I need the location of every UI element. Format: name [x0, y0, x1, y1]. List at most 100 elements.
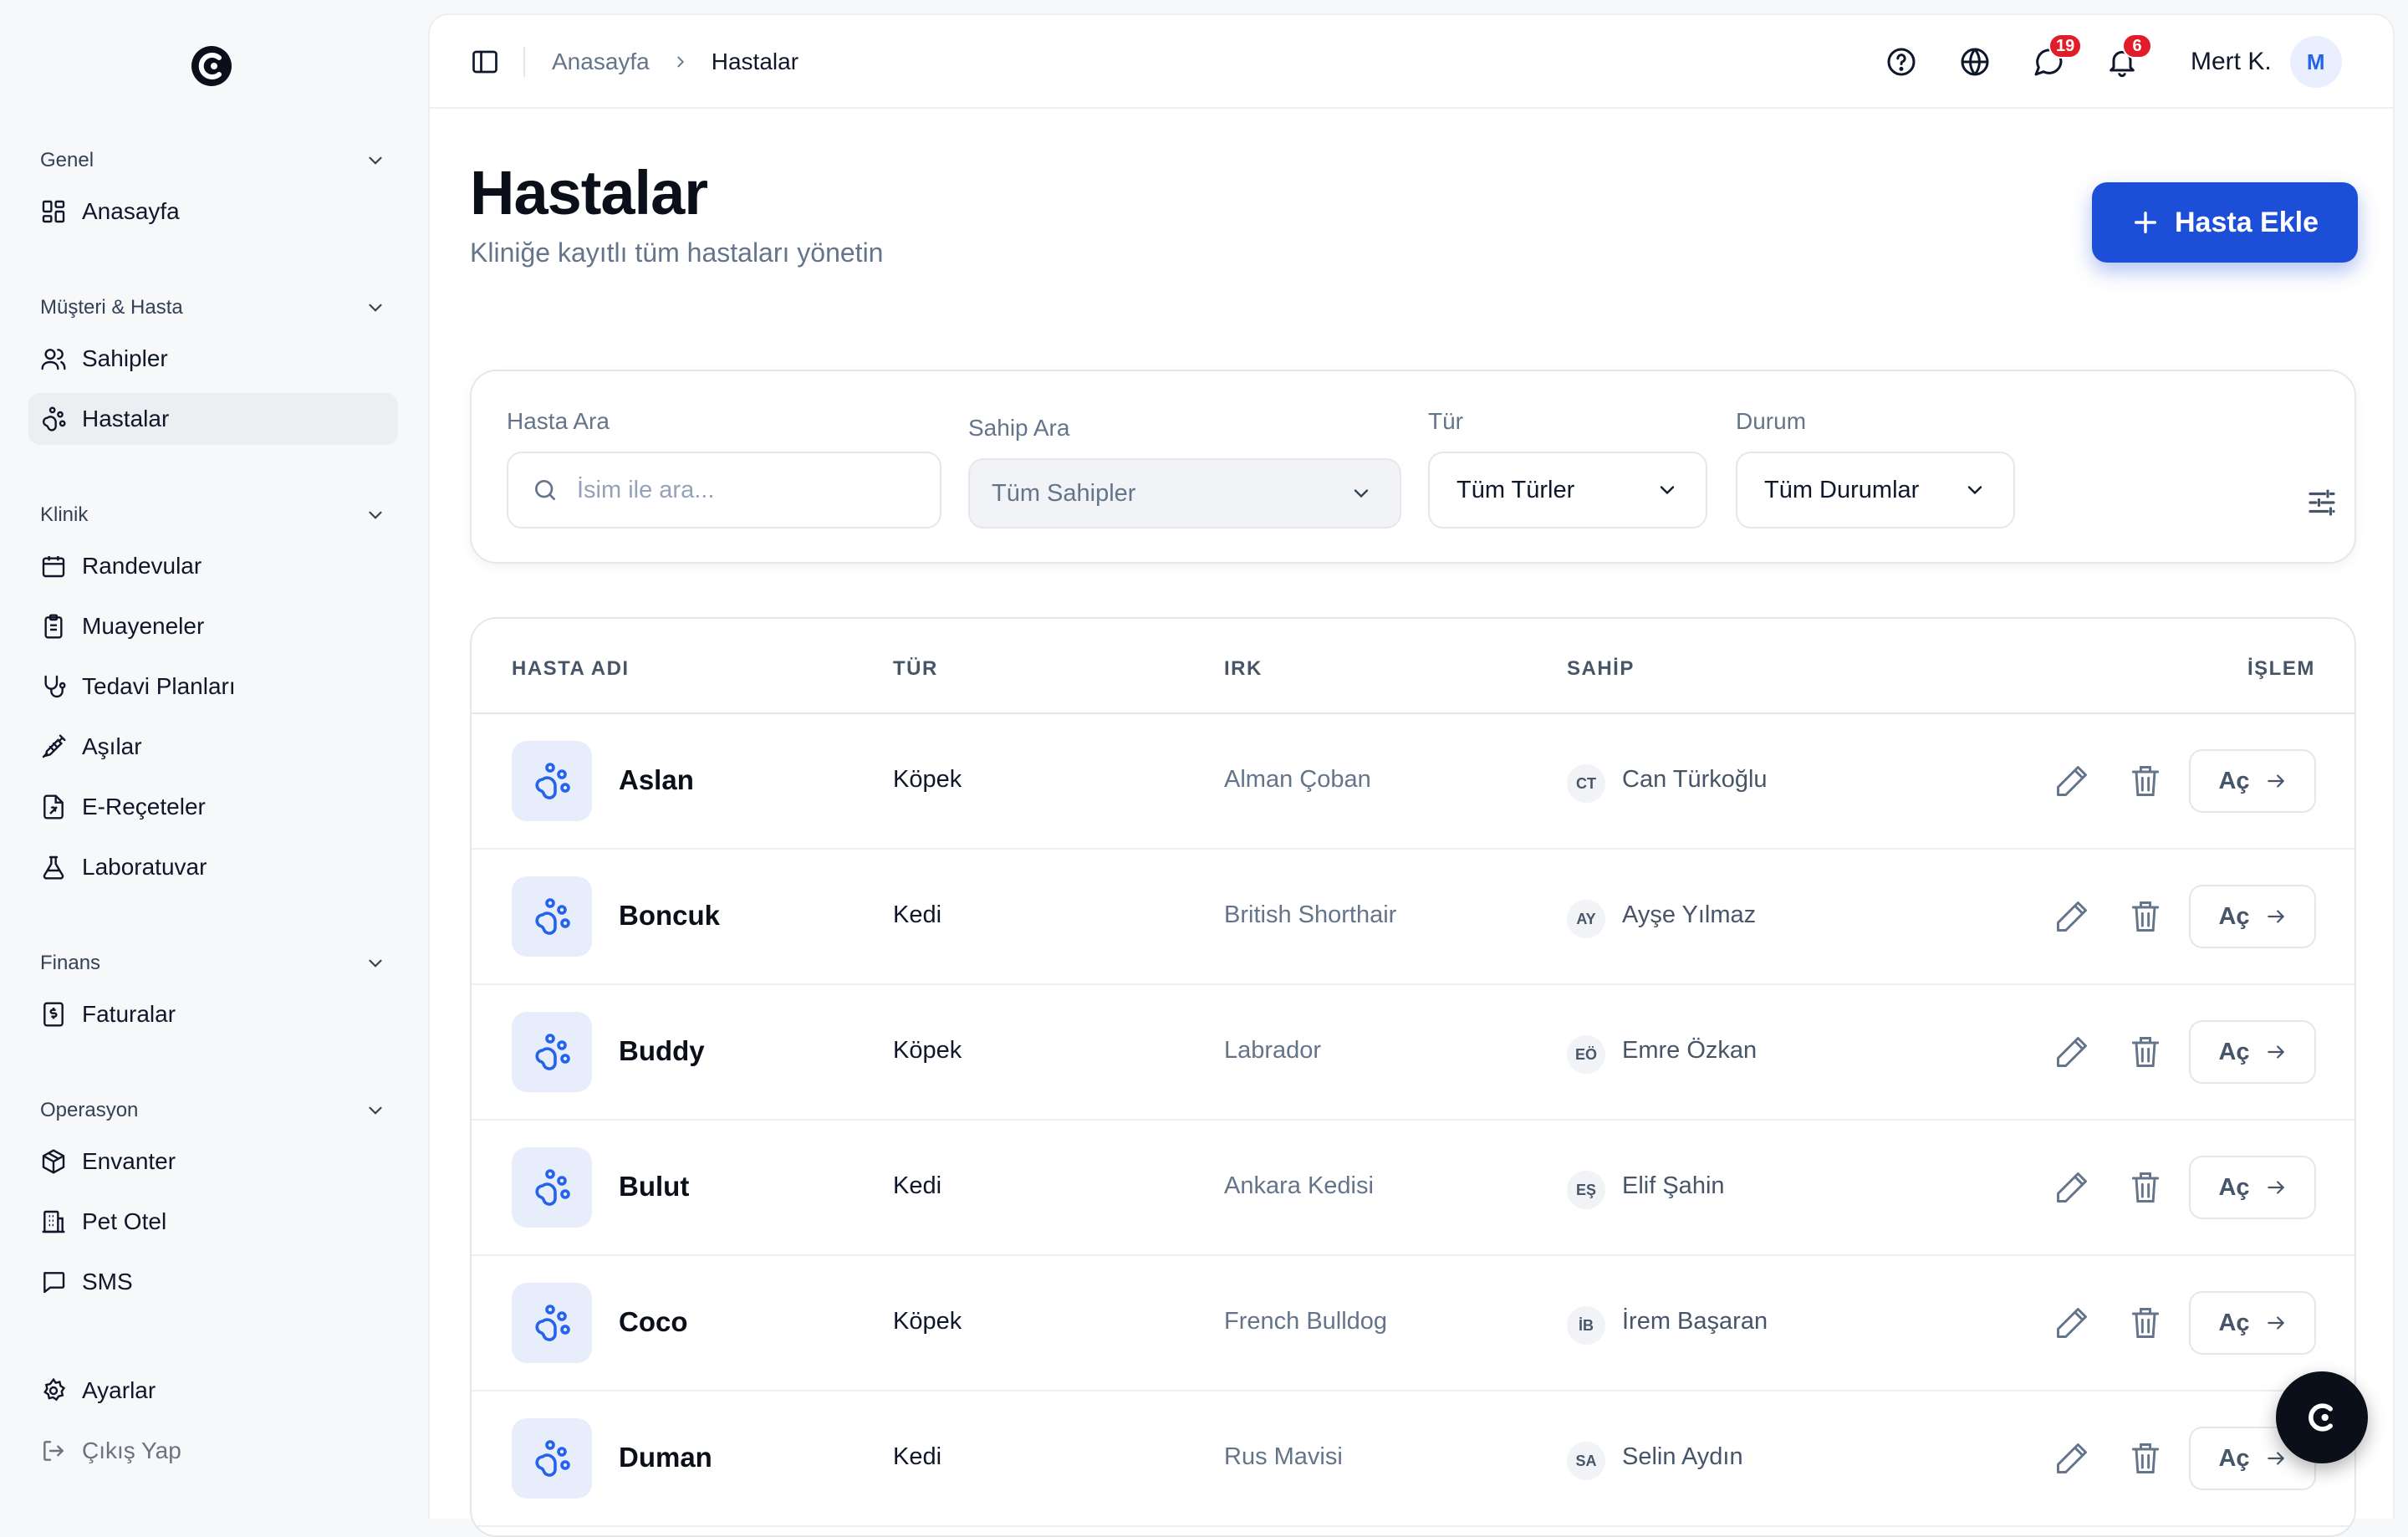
group-head-finans[interactable]: Finans [28, 947, 398, 980]
pet-avatar [512, 741, 592, 821]
owner-name[interactable]: İrem Başaran [1622, 1308, 1768, 1335]
pet-name[interactable]: Buddy [619, 1035, 705, 1067]
delete-button[interactable] [2127, 898, 2164, 935]
th-breed[interactable]: IRK [1224, 657, 1263, 681]
table-row[interactable]: Bulut Kedi Ankara Kedisi EŞ Elif Şahin A… [472, 1121, 2354, 1256]
assistant-fab[interactable] [2276, 1371, 2368, 1463]
globe-icon[interactable] [1958, 45, 1992, 79]
owner-select[interactable]: Tüm Sahipler [968, 458, 1401, 529]
patient-search-field[interactable] [507, 452, 941, 529]
sidebar-item-muayeneler[interactable]: Muayeneler [28, 600, 398, 652]
open-button[interactable]: Aç [2189, 1291, 2316, 1355]
add-patient-button[interactable]: Hasta Ekle [2092, 182, 2358, 263]
owner-name[interactable]: Emre Özkan [1622, 1037, 1757, 1065]
th-owner[interactable]: SAHİP [1567, 657, 1635, 681]
sidebar-item-asilar[interactable]: Aşılar [28, 721, 398, 773]
edit-button[interactable] [2053, 1034, 2090, 1070]
edit-button[interactable] [2053, 763, 2090, 799]
delete-button[interactable] [2127, 1305, 2164, 1341]
pet-type: Köpek [893, 1308, 962, 1335]
open-button[interactable]: Aç [2189, 1020, 2316, 1084]
edit-button[interactable] [2053, 898, 2090, 935]
group-head-operasyon[interactable]: Operasyon [28, 1094, 398, 1127]
owner-name[interactable]: Ayşe Yılmaz [1622, 901, 1756, 929]
sidebar-item-label: Tedavi Planları [82, 673, 236, 699]
owner-name[interactable]: Can Türkoğlu [1622, 766, 1768, 794]
owner-name[interactable]: Elif Şahin [1622, 1172, 1725, 1200]
group-head-musteri-hasta[interactable]: Müşteri & Hasta [28, 291, 398, 324]
patient-search-input[interactable] [577, 476, 895, 504]
pet-breed: French Bulldog [1224, 1308, 1388, 1335]
help-icon[interactable] [1885, 45, 1918, 79]
table-row[interactable]: Aslan Köpek Alman Çoban CT Can Türkoğlu … [472, 714, 2354, 850]
trash-icon [2131, 1443, 2160, 1473]
arrow-right-icon [2267, 774, 2284, 788]
group-head-klinik[interactable]: Klinik [28, 498, 398, 532]
delete-button[interactable] [2127, 1034, 2164, 1070]
package-icon [42, 1149, 65, 1174]
sidebar-item-pet-otel[interactable]: Pet Otel [28, 1196, 398, 1248]
owner-name[interactable]: Selin Aydın [1622, 1443, 1743, 1471]
status-select[interactable]: Tüm Durumlar [1736, 452, 2015, 529]
sidebar-item-anasayfa[interactable]: Anasayfa [28, 186, 398, 237]
add-patient-label: Hasta Ekle [2175, 206, 2319, 238]
pet-breed: Rus Mavisi [1224, 1443, 1343, 1470]
sidebar-item-ayarlar[interactable]: Ayarlar [28, 1365, 398, 1417]
paw-icon [535, 1440, 570, 1477]
sidebar-item-label: Sahipler [82, 345, 168, 371]
sliders-icon[interactable] [2304, 485, 2339, 520]
prescription-icon [43, 794, 64, 820]
delete-button[interactable] [2127, 1169, 2164, 1206]
pet-name[interactable]: Boncuk [619, 900, 720, 932]
table-row[interactable]: Duman Kedi Rus Mavisi SA Selin Aydın Aç [472, 1391, 2354, 1527]
arrow-right-icon [2267, 1045, 2284, 1059]
group-head-genel[interactable]: Genel [28, 144, 398, 177]
delete-button[interactable] [2127, 1440, 2164, 1477]
sidebar-item-laboratuvar[interactable]: Laboratuvar [28, 841, 398, 893]
type-label: Tür [1428, 408, 1463, 434]
app-logo-icon[interactable] [189, 43, 234, 89]
open-label: Aç [2218, 1444, 2250, 1472]
sidebar-item-faturalar[interactable]: Faturalar [28, 988, 398, 1040]
sidebar-item-e-receteler[interactable]: E-Reçeteler [28, 781, 398, 833]
pet-name[interactable]: Coco [619, 1306, 688, 1338]
sidebar-item-label: Muayeneler [82, 613, 205, 639]
edit-button[interactable] [2053, 1305, 2090, 1341]
sidebar-item-sahipler[interactable]: Sahipler [28, 333, 398, 385]
pet-name[interactable]: Bulut [619, 1171, 689, 1203]
gear-icon [43, 1377, 66, 1402]
dashboard-icon [42, 200, 65, 223]
chevron-down-icon [369, 511, 382, 519]
pet-name[interactable]: Duman [619, 1442, 712, 1473]
edit-button[interactable] [2053, 1440, 2090, 1477]
breadcrumb-home[interactable]: Anasayfa [552, 49, 650, 75]
sidebar-toggle-icon[interactable] [470, 47, 500, 77]
open-button[interactable]: Aç [2189, 1156, 2316, 1219]
type-select[interactable]: Tüm Türler [1428, 452, 1707, 529]
table-row[interactable]: Buddy Köpek Labrador EÖ Emre Özkan Aç [472, 985, 2354, 1121]
pet-name[interactable]: Aslan [619, 764, 694, 796]
sidebar-item-logout[interactable]: Çıkış Yap [28, 1425, 398, 1477]
user-menu[interactable]: Mert K. M [2191, 35, 2342, 89]
messages-button[interactable]: 19 [2032, 33, 2083, 79]
open-button[interactable]: Aç [2189, 749, 2316, 813]
sidebar-item-tedavi-planlari[interactable]: Tedavi Planları [28, 661, 398, 712]
sidebar-item-envanter[interactable]: Envanter [28, 1136, 398, 1187]
table-row[interactable]: Coco Köpek French Bulldog İB İrem Başara… [472, 1256, 2354, 1391]
sidebar-item-hastalar[interactable]: Hastalar [28, 393, 398, 445]
owner-initials: İB [1567, 1306, 1605, 1345]
sidebar-item-sms[interactable]: SMS [28, 1256, 398, 1308]
delete-button[interactable] [2127, 763, 2164, 799]
sidebar-item-randevular[interactable]: Randevular [28, 540, 398, 592]
patients-table: HASTA ADI TÜR IRK SAHİP İŞLEM Aslan Köpe… [470, 617, 2356, 1537]
open-button[interactable]: Aç [2189, 885, 2316, 948]
nav-group-klinik: Klinik Randevular Muayeneler Tedavi Plan… [28, 498, 398, 893]
edit-button[interactable] [2053, 1169, 2090, 1206]
th-name[interactable]: HASTA ADI [512, 657, 630, 681]
open-label: Aç [2218, 767, 2250, 794]
nav-group-bottom: Ayarlar Çıkış Yap [28, 1356, 398, 1477]
clipboard-icon [44, 614, 63, 639]
table-row[interactable]: Boncuk Kedi British Shorthair AY Ayşe Yı… [472, 850, 2354, 985]
th-type[interactable]: TÜR [893, 657, 938, 681]
notifications-button[interactable]: 6 [2105, 33, 2152, 79]
